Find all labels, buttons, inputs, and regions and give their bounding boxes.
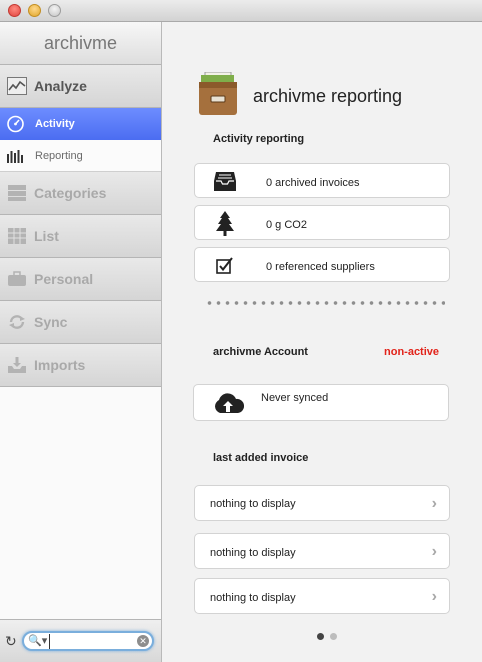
drawers-icon <box>8 185 26 201</box>
sidebar-subitem-reporting[interactable]: Reporting <box>0 140 161 172</box>
app-title: archivme <box>0 22 161 65</box>
chevron-right-icon: › <box>431 588 437 605</box>
sidebar-subitem-label: Reporting <box>35 150 83 162</box>
stat-card-suppliers: 0 referenced suppliers <box>194 247 450 282</box>
invoice-row-label: nothing to display <box>210 498 296 510</box>
section-divider <box>205 300 445 306</box>
stat-card-co2: 0 g CO2 <box>194 205 450 240</box>
search-icon[interactable]: 🔍▾ <box>28 634 47 647</box>
account-heading: archivme Account <box>213 346 308 358</box>
cloud-upload-icon <box>215 393 244 413</box>
archive-box-icon <box>199 72 237 115</box>
page-title: archivme reporting <box>253 86 403 106</box>
last-invoice-heading: last added invoice <box>213 452 309 464</box>
bar-chart-icon <box>7 150 23 163</box>
sidebar-item-label: Personal <box>34 271 94 287</box>
clear-search-icon[interactable]: ✕ <box>137 635 149 647</box>
inbox-tray-icon <box>214 172 236 191</box>
tree-icon <box>216 211 234 236</box>
chart-line-icon <box>7 77 27 95</box>
refresh-icon[interactable]: ↻ <box>5 632 17 650</box>
window-titlebar <box>0 0 482 22</box>
minimize-window-button[interactable] <box>28 4 41 17</box>
sidebar-item-list[interactable]: List <box>0 215 161 258</box>
sidebar-item-label: Analyze <box>34 78 87 94</box>
sidebar-item-analyze[interactable]: Analyze <box>0 65 161 108</box>
sidebar-item-label: List <box>34 228 59 244</box>
referenced-suppliers-count: 0 referenced suppliers <box>266 261 375 273</box>
search-input[interactable] <box>49 634 139 649</box>
chevron-right-icon: › <box>431 543 437 560</box>
stat-card-archived-invoices: 0 archived invoices <box>194 163 450 198</box>
chevron-right-icon: › <box>431 495 437 512</box>
checkbox-icon <box>216 257 233 274</box>
sidebar-item-sync[interactable]: Sync <box>0 301 161 344</box>
sidebar-bottom-bar: ↻ 🔍▾ ✕ <box>0 619 161 662</box>
invoice-row-label: nothing to display <box>210 592 296 604</box>
sidebar-item-categories[interactable]: Categories <box>0 172 161 215</box>
invoice-row-label: nothing to display <box>210 547 296 559</box>
invoice-row[interactable]: nothing to display › <box>194 485 450 521</box>
zoom-window-button[interactable] <box>48 4 61 17</box>
co2-amount: 0 g CO2 <box>266 219 307 231</box>
sync-arrows-icon <box>9 315 25 329</box>
tray-import-icon <box>8 357 26 373</box>
account-status-badge: non-active <box>384 346 440 358</box>
invoice-row[interactable]: nothing to display › <box>194 578 450 614</box>
sidebar-subitem-activity[interactable]: Activity <box>0 108 161 140</box>
main-panel: archivme reporting Activity reporting 0 … <box>162 22 482 662</box>
sidebar-item-label: Sync <box>34 314 68 330</box>
archived-invoices-count: 0 archived invoices <box>266 177 360 189</box>
sidebar-item-imports[interactable]: Imports <box>0 344 161 387</box>
sidebar-item-label: Categories <box>34 185 107 201</box>
invoice-row[interactable]: nothing to display › <box>194 533 450 569</box>
sync-status-card: Never synced <box>193 384 449 421</box>
search-field[interactable]: 🔍▾ ✕ <box>22 631 154 651</box>
page-indicator-dot-active[interactable] <box>317 633 324 640</box>
sidebar-subitem-label: Activity <box>35 118 75 130</box>
sidebar-item-label: Imports <box>34 357 86 373</box>
sidebar-item-personal[interactable]: Personal <box>0 258 161 301</box>
calendar-grid-icon <box>8 228 26 244</box>
briefcase-icon <box>8 271 26 286</box>
close-window-button[interactable] <box>8 4 21 17</box>
activity-heading: Activity reporting <box>213 133 305 145</box>
sidebar: archivme Analyze Activity Reporting Cate… <box>0 22 162 662</box>
page-indicator-dot[interactable] <box>330 633 337 640</box>
gauge-icon <box>7 115 24 133</box>
sync-status-text: Never synced <box>261 392 329 404</box>
